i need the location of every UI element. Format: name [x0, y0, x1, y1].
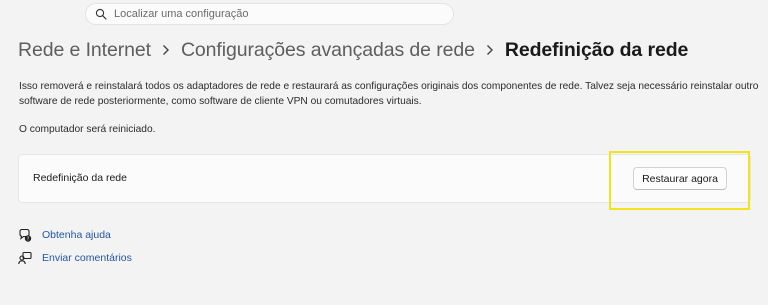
page-title: Redefinição da rede [504, 38, 689, 61]
chevron-right-icon [151, 38, 181, 62]
get-help-label[interactable]: Obtenha ajuda [42, 229, 111, 241]
search-input[interactable] [114, 8, 434, 20]
search-icon [94, 8, 107, 21]
svg-text:?: ? [27, 236, 30, 242]
send-feedback-link[interactable]: Enviar comentários [18, 251, 132, 265]
send-feedback-label[interactable]: Enviar comentários [42, 252, 132, 264]
network-reset-label: Redefinição da rede [33, 172, 127, 184]
search-box[interactable] [85, 3, 454, 25]
breadcrumb-item-network-internet[interactable]: Rede e Internet [18, 39, 151, 62]
chevron-right-icon [475, 38, 505, 62]
get-help-link[interactable]: ? Obtenha ajuda [18, 228, 111, 242]
help-icon: ? [18, 228, 32, 242]
reset-now-button[interactable]: Restaurar agora [633, 167, 727, 190]
breadcrumb: Rede e Internet Configurações avançadas … [18, 38, 688, 62]
feedback-icon [18, 251, 32, 265]
network-reset-card: Redefinição da rede Restaurar agora [18, 154, 751, 203]
breadcrumb-item-advanced-network-settings[interactable]: Configurações avançadas de rede [181, 39, 475, 62]
restart-note: O computador será reiniciado. [19, 124, 156, 135]
reset-description: Isso removerá e reinstalará todos os ada… [19, 81, 759, 107]
